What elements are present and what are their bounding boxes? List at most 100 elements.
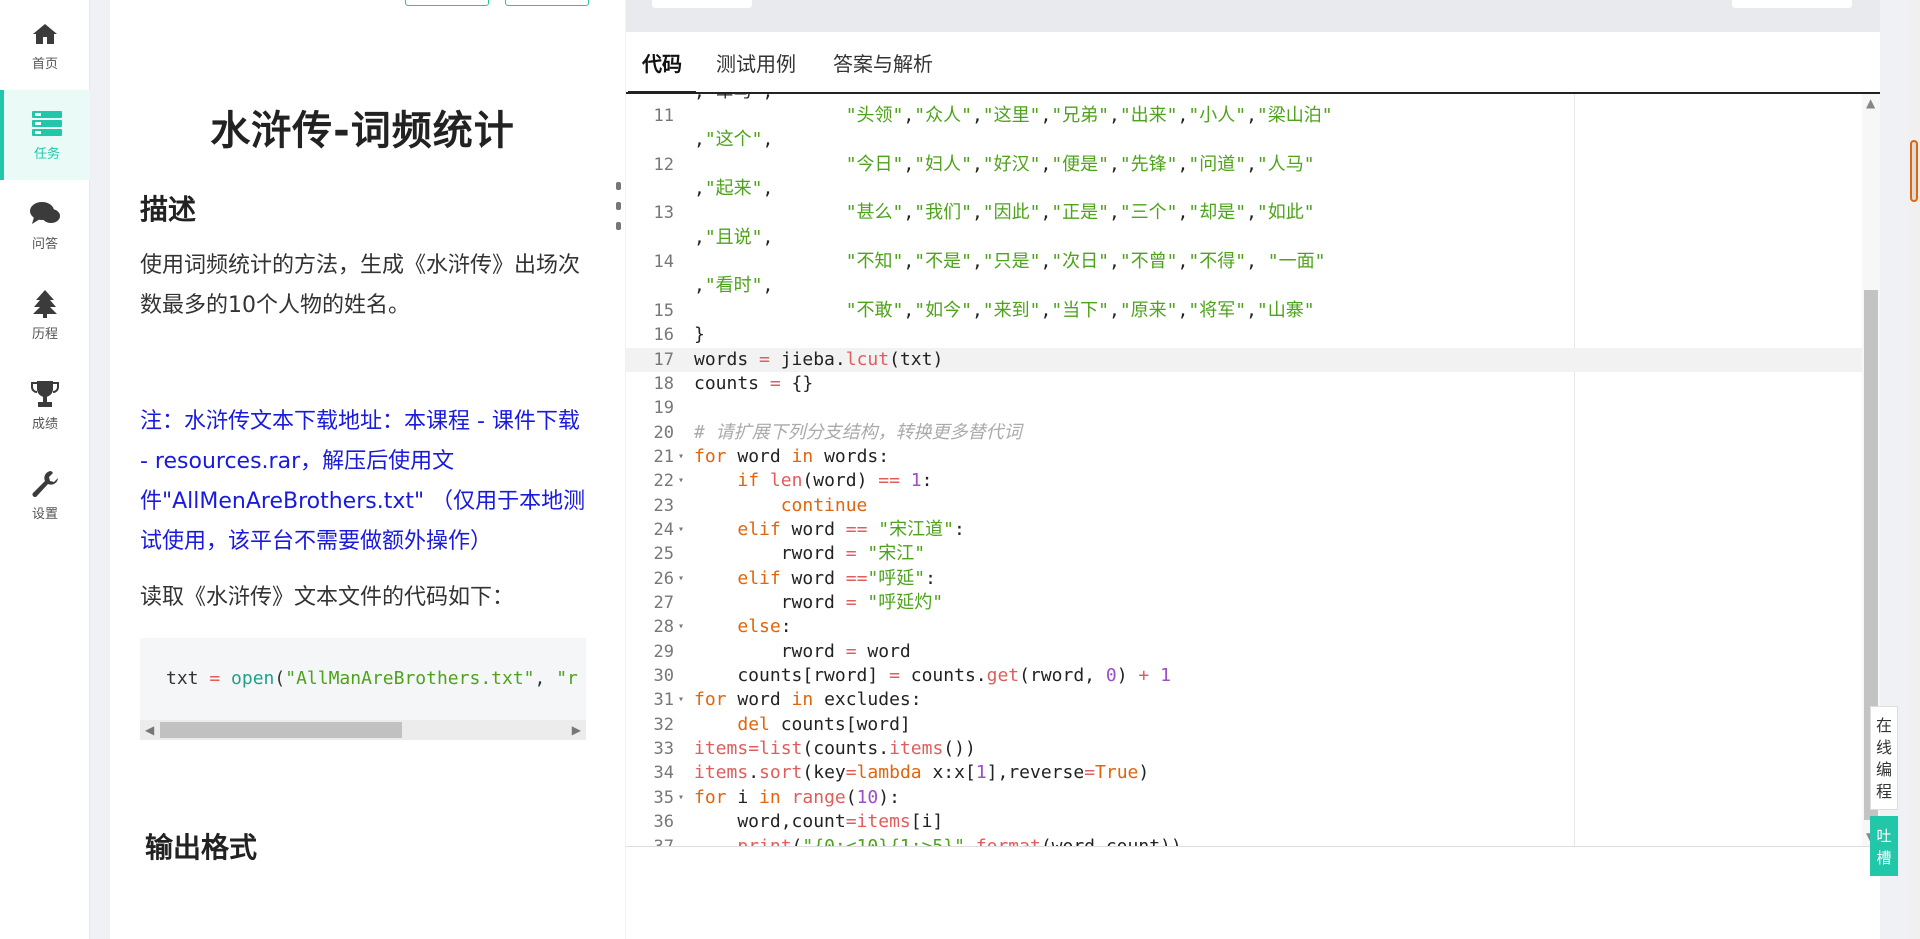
code-line: 22 ▾ if len(word) == 1: [626, 469, 1862, 493]
line-number: 28 [653, 617, 674, 638]
problem-title: 水浒传-词频统计 [210, 108, 515, 154]
nav-item-scores[interactable]: 成绩 [0, 360, 90, 450]
code-line: 12 "今日","妇人","好汉","便是","先锋","问道","人马" [626, 153, 1862, 177]
code-line-text: for i in range(10): [694, 786, 900, 808]
wrench-icon [30, 469, 60, 499]
code-snippet: txt = open("AllManAreBrothers.txt", "r [166, 668, 578, 689]
code-line: 36 word,count=items[i] [626, 810, 1862, 834]
code-line-text: "今日","妇人","好汉","便是","先锋","问道","人马" [845, 153, 1315, 175]
page-scrollbar[interactable] [1908, 0, 1920, 939]
code-line-text: print("{0:<10}{1:>5}".format(word,count)… [737, 835, 1182, 847]
code-line: 20 # 请扩展下列分支结构，转换更多替代词 [626, 421, 1862, 445]
note-text: 注：水浒传文本下载地址：本课程 - 课件下载 - resources.rar，解… [140, 409, 586, 554]
scroll-left-icon[interactable]: ◀ [145, 720, 154, 740]
scroll-right-icon[interactable]: ▶ [572, 720, 581, 740]
code-editor[interactable]: ,"军马", 11 "头领","众人","这里","兄弟","出来","小人",… [626, 94, 1862, 846]
editor-toolbar [626, 0, 1880, 32]
code-line-text: ,"看时", [694, 275, 774, 297]
left-nav: 首页 任务 问答 历程 成绩 设置 [0, 0, 90, 939]
code-line: 11 "头领","众人","这里","兄弟","出来","小人","梁山泊" [626, 104, 1862, 128]
code-snippet-scrollbar[interactable]: ◀ ▶ [140, 720, 586, 740]
nav-item-tasks[interactable]: 任务 [0, 90, 90, 180]
nav-label-qa: 问答 [31, 236, 58, 252]
nav-label-scores: 成绩 [31, 416, 58, 432]
top-button-2[interactable] [505, 0, 589, 6]
code-line: 30 counts[rword] = counts.get(rword, 0) … [626, 664, 1862, 688]
fold-toggle-icon[interactable]: ▾ [678, 688, 684, 712]
line-number: 20 [653, 422, 674, 443]
code-snippet-box: txt = open("AllManAreBrothers.txt", "r ◀… [140, 638, 586, 740]
toolbar-right-button[interactable] [1732, 0, 1852, 8]
scroll-up-icon[interactable]: ▲ [1866, 96, 1875, 110]
fold-toggle-icon[interactable]: ▾ [678, 469, 684, 493]
code-line: 13 "甚么","我们","因此","正是","三个","却是","如此" [626, 201, 1862, 225]
line-number: 33 [653, 739, 674, 760]
code-line: 14 "不知","不是","只是","次日","不曾","不得", "一面" [626, 250, 1862, 274]
line-number: 13 [653, 203, 674, 224]
fold-toggle-icon[interactable]: ▾ [678, 786, 684, 810]
description-panel: 水浒传-词频统计 描述 使用词频统计的方法，生成《水浒传》出场次数最多的10个人… [110, 0, 625, 939]
editor-output-area [626, 846, 1880, 939]
fold-toggle-icon[interactable]: ▾ [678, 615, 684, 639]
nav-item-home[interactable]: 首页 [0, 0, 90, 90]
fold-toggle-icon[interactable]: ▾ [678, 518, 684, 542]
code-line-text: rword = "宋江" [694, 543, 926, 565]
feedback-button[interactable]: 吐槽 [1870, 816, 1898, 876]
panel-resize-handle[interactable] [615, 182, 621, 230]
feedback-label: 吐槽 [1876, 827, 1892, 867]
code-line-text: ,"这个", [694, 129, 774, 151]
nav-label-history: 历程 [31, 326, 58, 342]
online-coding-button[interactable]: 在线编程 [1870, 706, 1898, 810]
tab-answers[interactable]: 答案与解析 [833, 48, 933, 77]
code-line-text: for word in words: [694, 445, 890, 467]
code-line: 27 rword = "呼延灼" [626, 591, 1862, 615]
code-line: ,"且说", [626, 226, 1862, 250]
code-line: 34 items.sort(key=lambda x:x[1],reverse=T… [626, 761, 1862, 785]
line-number: 31 [653, 690, 674, 711]
home-icon [30, 19, 60, 49]
nav-item-history[interactable]: 历程 [0, 270, 90, 360]
code-line: 32 del counts[word] [626, 713, 1862, 737]
code-line: 35 ▾ for i in range(10): [626, 786, 1862, 810]
code-line: 26 ▾ elif word =="呼延": [626, 567, 1862, 591]
line-number: 32 [653, 714, 674, 735]
code-line-text: # 请扩展下列分支结构，转换更多替代词 [694, 421, 1022, 443]
fold-toggle-icon[interactable]: ▾ [678, 567, 684, 591]
code-line-text: ,"起来", [694, 178, 774, 200]
code-line: ,"这个", [626, 128, 1862, 152]
code-line: 28 ▾ else: [626, 615, 1862, 639]
page-scroll-thumb[interactable] [1910, 140, 1918, 202]
read-code-label: 读取《水浒传》文本文件的代码如下： [140, 585, 515, 610]
code-line-text: items=list(counts.items()) [694, 738, 976, 760]
code-line: 33 items=list(counts.items()) [626, 737, 1862, 761]
line-number: 19 [653, 398, 674, 419]
code-line: 17 words = jieba.lcut(txt) [626, 347, 1862, 372]
partial-line-text: ,"军马", [694, 94, 773, 104]
editor-panel: 代码 测试用例 答案与解析 ,"军马", 11 "头领","众人","这里","… [626, 0, 1880, 939]
code-line-text: elif word == "宋江道": [737, 518, 965, 540]
code-line-text: items.sort(key=lambda x:x[1],reverse=Tru… [694, 762, 1150, 784]
code-line-text: counts[rword] = counts.get(rword, 0) + 1 [694, 665, 1171, 687]
nav-item-settings[interactable]: 设置 [0, 450, 90, 540]
intro-text: 使用词频统计的方法，生成《水浒传》出场次数最多的10个人物的姓名。 [140, 253, 581, 318]
code-line-text: "甚么","我们","因此","正是","三个","却是","如此" [845, 202, 1315, 224]
code-line: 21 ▾ for word in words: [626, 445, 1862, 469]
code-line-text: } [694, 324, 705, 346]
line-number: 23 [653, 495, 674, 516]
tab-test-cases[interactable]: 测试用例 [716, 48, 796, 77]
tab-code[interactable]: 代码 [628, 48, 696, 94]
fold-toggle-icon[interactable]: ▾ [678, 445, 684, 469]
toolbar-left-button[interactable] [652, 0, 752, 8]
line-number: 11 [653, 106, 674, 126]
code-line-text: rword = word [694, 640, 911, 662]
section-describe-heading: 描述 [140, 193, 197, 226]
code-line-text: continue [780, 494, 868, 516]
code-line-text: words = jieba.lcut(txt) [694, 348, 944, 370]
code-line-text: del counts[word] [737, 713, 911, 735]
top-button-1[interactable] [405, 0, 489, 6]
line-number: 37 [626, 835, 674, 847]
scroll-thumb[interactable] [160, 722, 402, 738]
nav-item-qa[interactable]: 问答 [0, 180, 90, 270]
line-number: 15 [653, 300, 674, 321]
line-number: 29 [653, 641, 674, 662]
